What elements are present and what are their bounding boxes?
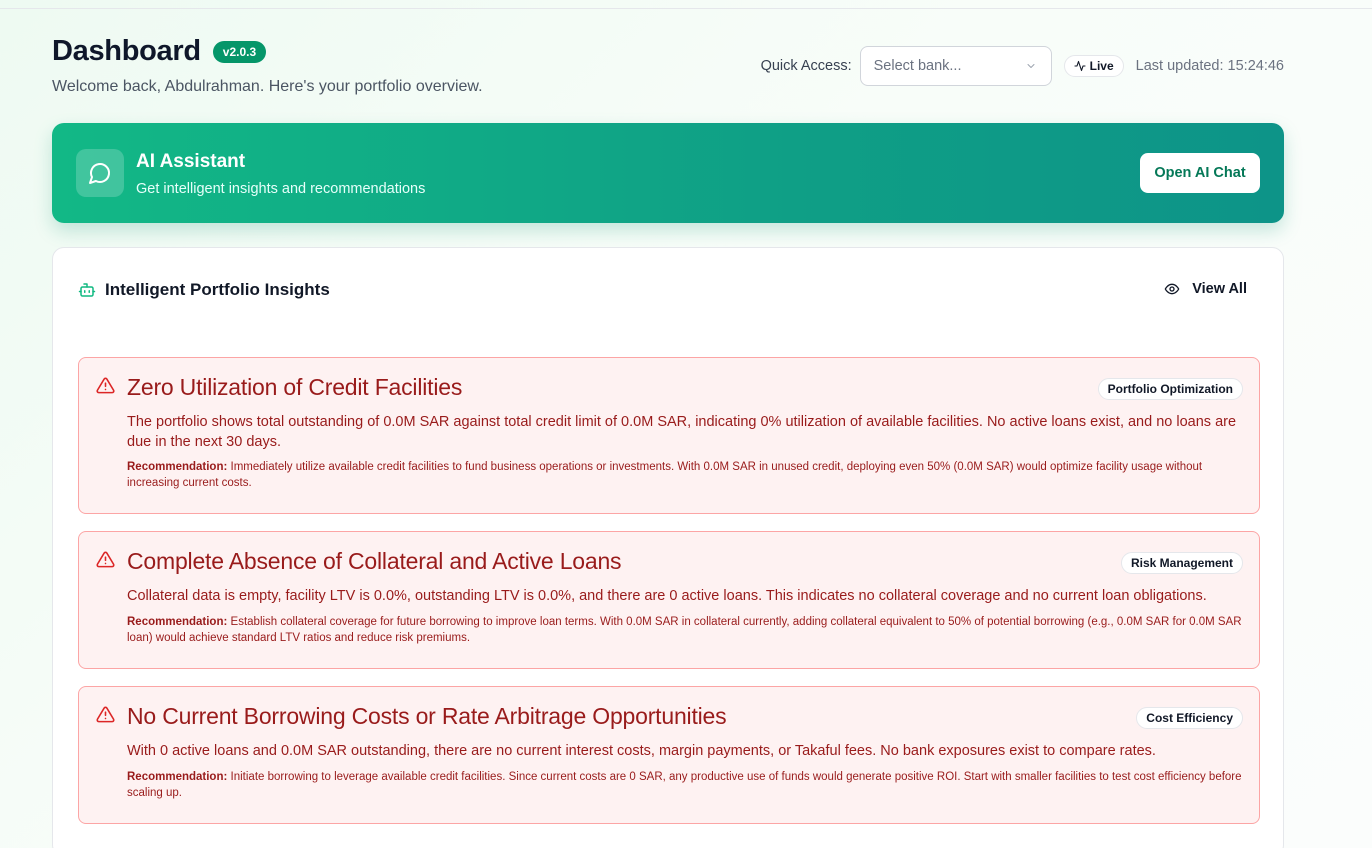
insight-recommendation: Recommendation: Immediately utilize avai…: [127, 459, 1247, 491]
insight-category-badge: Cost Efficiency: [1136, 707, 1243, 729]
version-badge: v2.0.3: [212, 40, 267, 63]
chevron-down-icon: [1027, 64, 1035, 68]
insight-title: No Current Borrowing Costs or Rate Arbit…: [127, 703, 727, 729]
ai-icon-container: [76, 149, 124, 197]
bank-select-placeholder: Select bank...: [873, 58, 962, 74]
insight-card: Complete Absence of Collateral and Activ…: [78, 531, 1260, 669]
alert-triangle-icon: [96, 377, 115, 394]
last-updated-text: Last updated: 15:24:46: [1135, 58, 1284, 74]
page-header: Dashboard v2.0.3 Welcome back, Abdulrahm…: [52, 35, 1284, 105]
recommendation-text: Immediately utilize available credit fac…: [127, 461, 1203, 489]
page-title: Dashboard: [52, 35, 201, 67]
insight-recommendation: Recommendation: Establish collateral cov…: [127, 614, 1247, 646]
insight-description: Collateral data is empty, facility LTV i…: [127, 588, 1207, 604]
insight-description: With 0 active loans and 0.0M SAR outstan…: [127, 743, 1156, 759]
insights-panel-header: Intelligent Portfolio Insights: [78, 280, 330, 300]
alert-triangle-icon: [96, 551, 115, 568]
ai-assistant-banner: AI Assistant Get intelligent insights an…: [52, 123, 1284, 223]
insights-panel-title: Intelligent Portfolio Insights: [105, 280, 330, 299]
bot-icon: [78, 283, 96, 297]
open-ai-chat-button[interactable]: Open AI Chat: [1140, 153, 1260, 193]
view-all-button[interactable]: View All: [1164, 281, 1247, 297]
insight-recommendation: Recommendation: Initiate borrowing to le…: [127, 769, 1247, 801]
alert-triangle-icon: [96, 706, 115, 723]
message-circle-icon: [89, 163, 110, 184]
insight-title: Complete Absence of Collateral and Activ…: [127, 548, 622, 574]
live-label: Live: [1089, 59, 1114, 73]
insight-card: Zero Utilization of Credit Facilities Po…: [78, 357, 1260, 514]
view-all-label: View All: [1192, 281, 1247, 297]
header-controls: Quick Access: Select bank... Live Last u…: [761, 46, 1284, 86]
recommendation-label: Recommendation:: [127, 771, 228, 783]
recommendation-text: Initiate borrowing to leverage available…: [127, 771, 1242, 799]
insight-card: No Current Borrowing Costs or Rate Arbit…: [78, 686, 1260, 824]
recommendation-label: Recommendation:: [127, 616, 228, 628]
insight-description: The portfolio shows total outstanding of…: [127, 414, 1237, 450]
bank-select[interactable]: Select bank...: [859, 46, 1052, 86]
insight-category-badge: Portfolio Optimization: [1097, 378, 1243, 400]
eye-icon: [1164, 283, 1180, 295]
recommendation-label: Recommendation:: [127, 461, 228, 473]
live-status-badge: Live: [1063, 55, 1124, 77]
quick-access-label: Quick Access:: [760, 58, 852, 74]
activity-icon: [1074, 60, 1086, 72]
ai-assistant-subtitle: Get intelligent insights and recommendat…: [136, 181, 426, 197]
ai-assistant-title: AI Assistant: [136, 151, 246, 172]
insight-category-badge: Risk Management: [1120, 552, 1243, 574]
top-divider: [0, 8, 1372, 9]
insights-panel: Intelligent Portfolio Insights View All …: [52, 247, 1284, 848]
recommendation-text: Establish collateral coverage for future…: [127, 616, 1242, 644]
insight-title: Zero Utilization of Credit Facilities: [127, 374, 463, 400]
